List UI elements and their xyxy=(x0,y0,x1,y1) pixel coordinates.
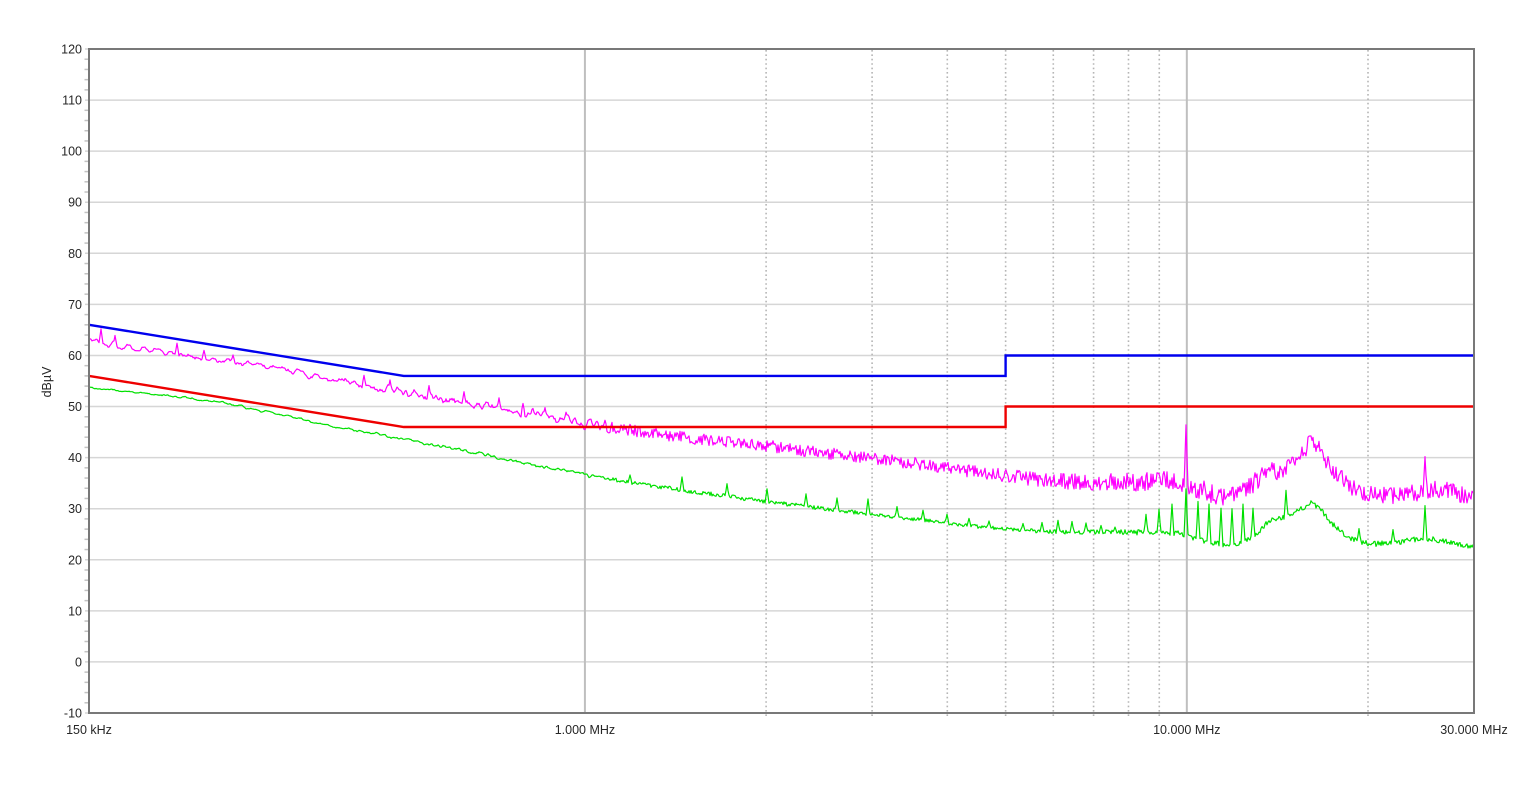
y-axis-label: dBµV xyxy=(40,366,54,398)
y-tick-label: 50 xyxy=(68,400,82,414)
y-tick-label: 110 xyxy=(62,94,82,108)
y-tick-label: -10 xyxy=(64,707,82,721)
y-tick-label: 80 xyxy=(68,247,82,261)
emissions-chart-canvas: 1201101009080706050403020100-10150 kHz 1.… xyxy=(0,0,1524,787)
y-tick-label: 70 xyxy=(68,298,82,312)
plot-background xyxy=(89,49,1474,713)
x-tick-label: 30.000 MHz xyxy=(1440,723,1507,737)
y-tick-label: 10 xyxy=(68,604,82,618)
y-tick-label: 20 xyxy=(68,553,82,567)
x-tick-label: 10.000 MHz xyxy=(1153,723,1220,737)
y-tick-label: 0 xyxy=(75,655,82,669)
y-tick-label: 60 xyxy=(68,349,82,363)
x-tick-label: 150 kHz xyxy=(66,723,112,737)
y-tick-label: 120 xyxy=(61,43,82,57)
x-tick-label: 1.000 MHz xyxy=(555,723,615,737)
y-tick-label: 90 xyxy=(68,196,82,210)
emissions-chart-page: 120 110 100 90 80 70 60 50 40 30 20 10 0 -10 150 kHz 1.… xyxy=(0,0,1524,787)
y-tick-label: 30 xyxy=(68,502,82,516)
y-tick-label: 40 xyxy=(68,451,82,465)
y-tick-label: 100 xyxy=(61,145,82,159)
